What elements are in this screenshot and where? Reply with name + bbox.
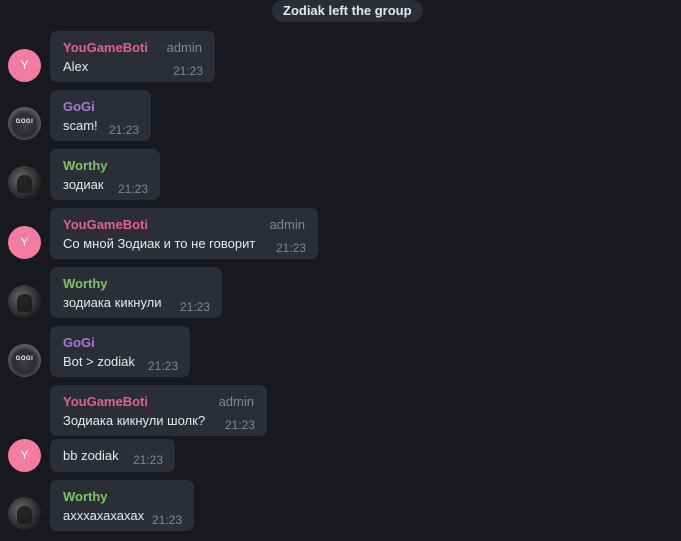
message-bubble[interactable]: Worthy зодиака кикнули 21:23 [50,267,222,318]
message-text: bb zodiak [63,448,119,463]
message-time: 21:23 [172,64,203,78]
service-message: Zodiak left the group [272,0,423,22]
sender-name[interactable]: YouGameBoti [63,40,148,55]
message-bubble[interactable]: bb zodiak 21:23 [50,439,175,472]
avatar-yougameboti[interactable]: Y [8,226,41,259]
gogi-logo: GOGI [15,356,34,362]
message-bubble[interactable]: GoGi scam! 21:23 [50,90,151,141]
message-time: 21:23 [179,300,210,314]
sender-name[interactable]: Worthy [63,276,108,291]
avatar-worthy[interactable] [8,285,41,318]
admin-badge: admin [269,217,305,232]
message-time: 21:23 [132,453,163,467]
message-text: зодиака кикнули [63,295,162,310]
avatar-worthy[interactable] [8,166,41,199]
sender-name[interactable]: Worthy [63,489,108,504]
avatar-figure [17,506,32,524]
message-time: 21:23 [108,123,139,137]
message-bubble[interactable]: YouGameBoti admin Alex 21:23 [50,31,215,82]
avatar-gogi[interactable]: GOGI [8,344,41,377]
sender-name[interactable]: YouGameBoti [63,217,148,232]
avatar-gogi[interactable]: GOGI [8,107,41,140]
avatar-yougameboti[interactable]: Y [8,439,41,472]
message-time: 21:23 [117,182,148,196]
message-bubble[interactable]: Worthy зодиак 21:23 [50,149,160,200]
sender-name[interactable]: GoGi [63,99,95,114]
message-text: зодиак [63,177,104,192]
message-time: 21:23 [151,513,182,527]
avatar-yougameboti[interactable]: Y [8,49,41,82]
message-text: scam! [63,118,98,133]
message-text: ахххахахахах [63,508,145,523]
admin-badge: admin [166,40,202,55]
message-bubble[interactable]: GoGi Bot > zodiak 21:23 [50,326,190,377]
avatar-figure [17,175,32,193]
message-bubble[interactable]: YouGameBoti admin Со мной Зодиак и то не… [50,208,318,259]
avatar-figure [17,294,32,312]
sender-name[interactable]: YouGameBoti [63,394,148,409]
gogi-logo: GOGI [15,119,34,125]
message-text: Зодиака кикнули шолк? [63,413,206,428]
message-time: 21:23 [224,418,255,432]
message-bubble[interactable]: YouGameBoti admin Зодиака кикнули шолк? … [50,385,267,436]
message-time: 21:23 [147,359,178,373]
sender-name[interactable]: GoGi [63,335,95,350]
avatar-worthy[interactable] [8,497,41,530]
admin-badge: admin [218,394,254,409]
message-time: 21:23 [275,241,306,255]
message-bubble[interactable]: Worthy ахххахахахах 21:23 [50,480,194,531]
message-text: Со мной Зодиак и то не говорит [63,236,256,251]
sender-name[interactable]: Worthy [63,158,108,173]
message-text: Bot > zodiak [63,354,135,369]
message-text: Alex [63,59,89,74]
